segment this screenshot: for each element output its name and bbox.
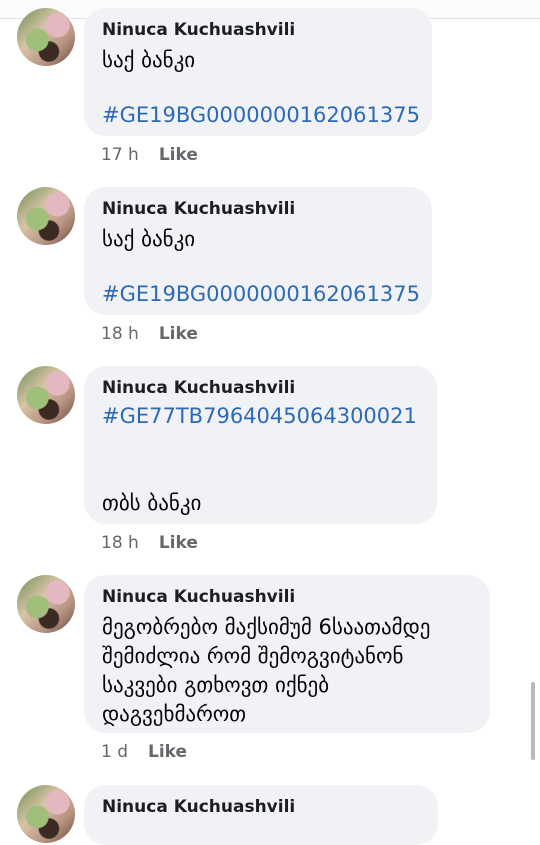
comment-time: 17 h (101, 145, 139, 165)
like-button[interactable]: Like (159, 145, 198, 165)
comment-author[interactable]: Ninuca Kuchuashvili (102, 587, 295, 607)
comment-bubble: Ninuca Kuchuashvili #GE77TB7964045064300… (84, 366, 437, 524)
avatar[interactable] (17, 366, 75, 424)
comment-time: 18 h (101, 533, 139, 553)
comment-author[interactable]: Ninuca Kuchuashvili (102, 797, 295, 817)
comment-meta: 1 d Like (101, 742, 187, 762)
comment-bubble: Ninuca Kuchuashvili მეგობრებო მაქსიმუმ 6… (84, 575, 490, 733)
comment-author[interactable]: Ninuca Kuchuashvili (102, 378, 295, 398)
avatar[interactable] (17, 785, 75, 843)
comment-text: თბს ბანკი (102, 491, 202, 515)
comment-text: საკვები გთხოვთ იქნებ (102, 673, 330, 697)
like-button[interactable]: Like (159, 324, 198, 344)
comment-text: მეგობრებო მაქსიმუმ 6საათამდე (102, 615, 431, 639)
avatar[interactable] (17, 8, 75, 66)
hashtag-link[interactable]: #GE19BG0000000162061375 (102, 282, 420, 306)
avatar[interactable] (17, 187, 75, 245)
comment-author[interactable]: Ninuca Kuchuashvili (102, 199, 295, 219)
comment-meta: 17 h Like (101, 145, 198, 165)
hashtag-link[interactable]: #GE19BG0000000162061375 (102, 103, 420, 127)
comment-text: საქ ბანკი (102, 227, 196, 251)
comment-bubble: Ninuca Kuchuashvili (84, 785, 438, 845)
comment-meta: 18 h Like (101, 533, 198, 553)
comment-time: 18 h (101, 324, 139, 344)
comment-bubble: Ninuca Kuchuashvili საქ ბანკი #GE19BG000… (84, 187, 432, 315)
like-button[interactable]: Like (148, 742, 187, 762)
avatar[interactable] (17, 575, 75, 633)
comment-author[interactable]: Ninuca Kuchuashvili (102, 20, 295, 40)
like-button[interactable]: Like (159, 533, 198, 553)
scrollbar[interactable] (531, 682, 535, 760)
comment-bubble: Ninuca Kuchuashvili საქ ბანკი #GE19BG000… (84, 8, 432, 136)
comment-time: 1 d (101, 742, 129, 762)
hashtag-link[interactable]: #GE77TB7964045064300021 (102, 404, 417, 428)
comment-text: დაგვეხმაროთ (102, 702, 247, 726)
comment-text: საქ ბანკი (102, 48, 196, 72)
comment-text: შემიძლია რომ შემოგვიტანონ (102, 644, 404, 668)
comment-meta: 18 h Like (101, 324, 198, 344)
